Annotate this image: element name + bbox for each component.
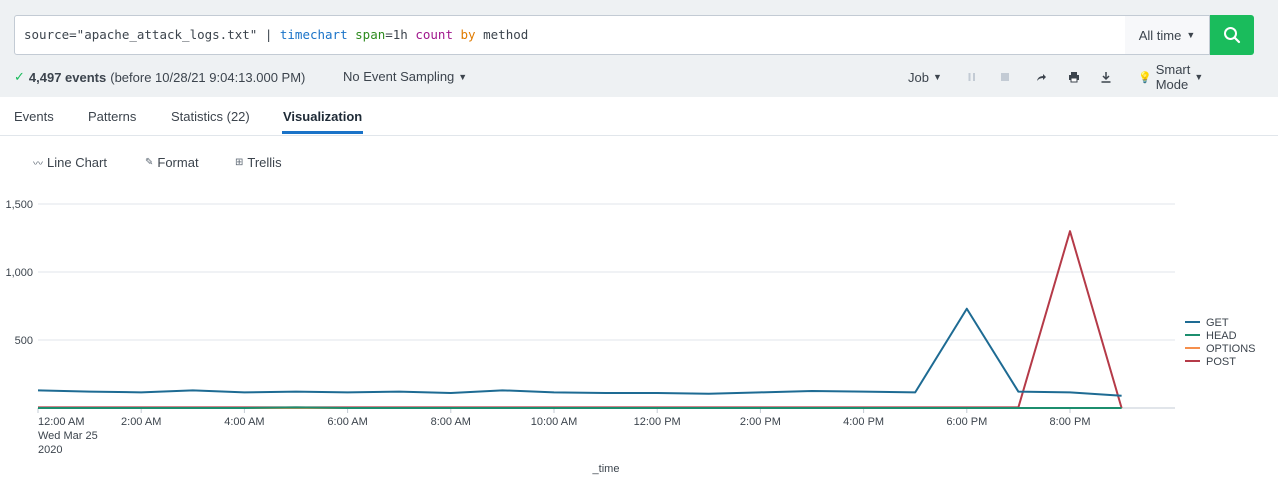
x-tick-label: 8:00 AM bbox=[431, 416, 471, 428]
y-tick-label: 1,000 bbox=[5, 267, 33, 279]
series-line-head bbox=[38, 406, 1122, 409]
x-tick-sublabel: Wed Mar 25 bbox=[38, 430, 98, 442]
x-tick-label: 4:00 AM bbox=[224, 416, 264, 428]
y-tick-label: 500 bbox=[15, 335, 33, 347]
x-tick-label: 12:00 AM bbox=[38, 416, 84, 428]
x-tick-sublabel: 2020 bbox=[38, 444, 62, 456]
x-tick-label: 2:00 PM bbox=[740, 416, 781, 428]
x-tick-label: 6:00 AM bbox=[327, 416, 367, 428]
legend-item: POST bbox=[1206, 356, 1236, 368]
x-tick-label: 4:00 PM bbox=[843, 416, 884, 428]
x-tick-label: 8:00 PM bbox=[1050, 416, 1091, 428]
x-tick-label: 6:00 PM bbox=[946, 416, 987, 428]
legend-item: HEAD bbox=[1206, 330, 1237, 342]
line-chart: 1,500 1,000 500 12:00 AM 2:00 AM 4:00 AM 6:00 … bbox=[5, 199, 1256, 475]
x-axis-label: _time bbox=[592, 463, 620, 475]
x-tick-label: 12:00 PM bbox=[634, 416, 681, 428]
legend-item: OPTIONS bbox=[1206, 343, 1256, 355]
series-line-get bbox=[37, 307, 1122, 397]
x-tick-label: 2:00 AM bbox=[121, 416, 161, 428]
y-tick-label: 1,500 bbox=[5, 199, 33, 211]
x-tick-label: 10:00 AM bbox=[531, 416, 577, 428]
legend-item: GET bbox=[1206, 317, 1229, 329]
